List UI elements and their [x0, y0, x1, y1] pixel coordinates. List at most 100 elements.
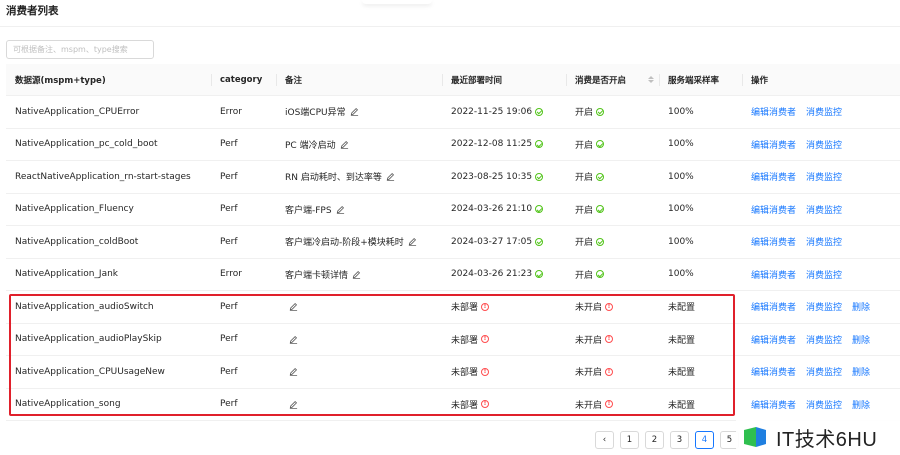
- edit-consumer-link[interactable]: 编辑消费者: [751, 365, 796, 378]
- edit-pencil-icon[interactable]: [336, 205, 345, 214]
- header-divider: [659, 74, 660, 86]
- consumer-monitor-link[interactable]: 消费监控: [806, 365, 842, 378]
- edit-pencil-icon[interactable]: [289, 400, 298, 409]
- title-divider: [0, 26, 900, 27]
- consumer-monitor-link[interactable]: 消费监控: [806, 105, 842, 118]
- delete-link[interactable]: 删除: [852, 333, 870, 346]
- column-header-note: 备注: [285, 75, 303, 86]
- sample-rate-cell: 100%: [668, 106, 694, 117]
- deploy-time-text: 2022-11-25 19:06: [451, 106, 533, 117]
- check-circle-icon: [596, 172, 605, 181]
- watermark-text: IT技术6HU: [776, 428, 878, 451]
- enabled-cell: 未开启!: [575, 324, 614, 356]
- info-circle-icon: !: [481, 302, 490, 311]
- edit-pencil-icon[interactable]: [289, 302, 298, 311]
- check-circle-icon: [596, 107, 605, 116]
- note-text: 客户端-FPS: [285, 205, 332, 216]
- column-header-enabled[interactable]: 消费是否开启: [575, 64, 655, 95]
- consumer-monitor-link[interactable]: 消费监控: [806, 300, 842, 313]
- watermark-logo-icon: [744, 427, 766, 447]
- enabled-text: 未开启: [575, 368, 603, 379]
- consumer-monitor-link[interactable]: 消费监控: [806, 235, 842, 248]
- header-divider: [742, 74, 743, 86]
- actions-cell: 编辑消费者 消费监控 删除: [751, 291, 880, 323]
- header-divider: [211, 74, 212, 86]
- table-row: NativeApplication_coldBoot Perf 客户端冷启动-阶段+…: [6, 226, 900, 259]
- sample-rate-cell: 100%: [668, 139, 694, 150]
- search-input[interactable]: [6, 40, 154, 59]
- sort-icon[interactable]: [648, 76, 655, 83]
- consumer-monitor-link[interactable]: 消费监控: [806, 268, 842, 281]
- edit-consumer-link[interactable]: 编辑消费者: [751, 170, 796, 183]
- note-cell: [285, 389, 298, 421]
- prev-page-button[interactable]: ‹: [595, 431, 614, 449]
- table-row: NativeApplication_audioPlaySkip Perf 未部署! 未…: [6, 324, 900, 356]
- page-button-4[interactable]: 4: [695, 431, 714, 449]
- delete-link[interactable]: 删除: [852, 300, 870, 313]
- edit-consumer-link[interactable]: 编辑消费者: [751, 398, 796, 411]
- actions-cell: 编辑消费者 消费监控: [751, 226, 852, 258]
- page-button-3[interactable]: 3: [670, 431, 689, 449]
- actions-cell: 编辑消费者 消费监控: [751, 161, 852, 193]
- edit-pencil-icon[interactable]: [386, 172, 395, 181]
- category-cell: Perf: [220, 399, 238, 410]
- edit-consumer-link[interactable]: 编辑消费者: [751, 105, 796, 118]
- source-cell: NativeApplication_audioPlaySkip: [15, 334, 162, 345]
- deploy-time-text: 未部署: [451, 368, 479, 379]
- enabled-text: 开启: [575, 140, 594, 151]
- table-body: NativeApplication_CPUError Error iOS端CPU异常…: [6, 96, 900, 421]
- deploy-time-text: 未部署: [451, 303, 479, 314]
- edit-consumer-link[interactable]: 编辑消费者: [751, 333, 796, 346]
- category-cell: Error: [220, 269, 242, 280]
- category-cell: Perf: [220, 366, 238, 377]
- deploy-time-cell: 2022-11-25 19:06: [451, 96, 544, 128]
- edit-consumer-link[interactable]: 编辑消费者: [751, 300, 796, 313]
- edit-consumer-link[interactable]: 编辑消费者: [751, 138, 796, 151]
- column-header-enabled-label: 消费是否开启: [575, 75, 627, 86]
- edit-pencil-icon[interactable]: [289, 335, 298, 344]
- note-cell: [285, 356, 298, 388]
- edit-pencil-icon[interactable]: [289, 367, 298, 376]
- deploy-time-cell: 2024-03-26 21:10: [451, 194, 544, 226]
- deploy-time-text: 2023-08-25 10:35: [451, 171, 533, 182]
- category-cell: Perf: [220, 236, 238, 247]
- check-circle-icon: [535, 237, 544, 246]
- consumer-monitor-link[interactable]: 消费监控: [806, 398, 842, 411]
- info-circle-icon: !: [605, 367, 614, 376]
- edit-pencil-icon[interactable]: [340, 140, 349, 149]
- page-button-2[interactable]: 2: [645, 431, 664, 449]
- table-row: ReactNativeApplication_rn-start-stages Pe…: [6, 161, 900, 194]
- edit-consumer-link[interactable]: 编辑消费者: [751, 203, 796, 216]
- consumer-monitor-link[interactable]: 消费监控: [806, 170, 842, 183]
- deploy-time-cell: 2024-03-26 21:23: [451, 259, 544, 291]
- enabled-text: 开启: [575, 205, 594, 216]
- table-row: NativeApplication_song Perf 未部署! 未开启! 未配置 编辑消…: [6, 389, 900, 421]
- actions-cell: 编辑消费者 消费监控: [751, 96, 852, 128]
- note-cell: 客户端-FPS: [285, 194, 345, 226]
- check-circle-icon: [535, 107, 544, 116]
- source-cell: NativeApplication_Jank: [15, 269, 119, 280]
- header-divider: [566, 74, 567, 86]
- consumer-monitor-link[interactable]: 消费监控: [806, 138, 842, 151]
- table-row: NativeApplication_CPUUsageNew Perf 未部署! 未开启…: [6, 356, 900, 389]
- note-text: 客户端冷启动-阶段+模块耗时: [285, 238, 404, 249]
- delete-link[interactable]: 删除: [852, 365, 870, 378]
- check-circle-icon: [535, 172, 544, 181]
- edit-consumer-link[interactable]: 编辑消费者: [751, 268, 796, 281]
- page-title: 消费者列表: [6, 5, 59, 17]
- enabled-cell: 未开启!: [575, 389, 614, 421]
- check-circle-icon: [535, 270, 544, 279]
- category-cell: Error: [220, 106, 242, 117]
- delete-link[interactable]: 删除: [852, 398, 870, 411]
- page-button-1[interactable]: 1: [620, 431, 639, 449]
- note-cell: 客户端卡顿详情: [285, 259, 361, 291]
- edit-pencil-icon[interactable]: [408, 237, 417, 246]
- consumer-monitor-link[interactable]: 消费监控: [806, 333, 842, 346]
- source-cell: NativeApplication_coldBoot: [15, 236, 139, 247]
- edit-pencil-icon[interactable]: [352, 270, 361, 279]
- note-text: iOS端CPU异常: [285, 108, 346, 119]
- edit-pencil-icon[interactable]: [350, 107, 359, 116]
- deploy-time-text: 2022-12-08 11:25: [451, 139, 533, 150]
- edit-consumer-link[interactable]: 编辑消费者: [751, 235, 796, 248]
- consumer-monitor-link[interactable]: 消费监控: [806, 203, 842, 216]
